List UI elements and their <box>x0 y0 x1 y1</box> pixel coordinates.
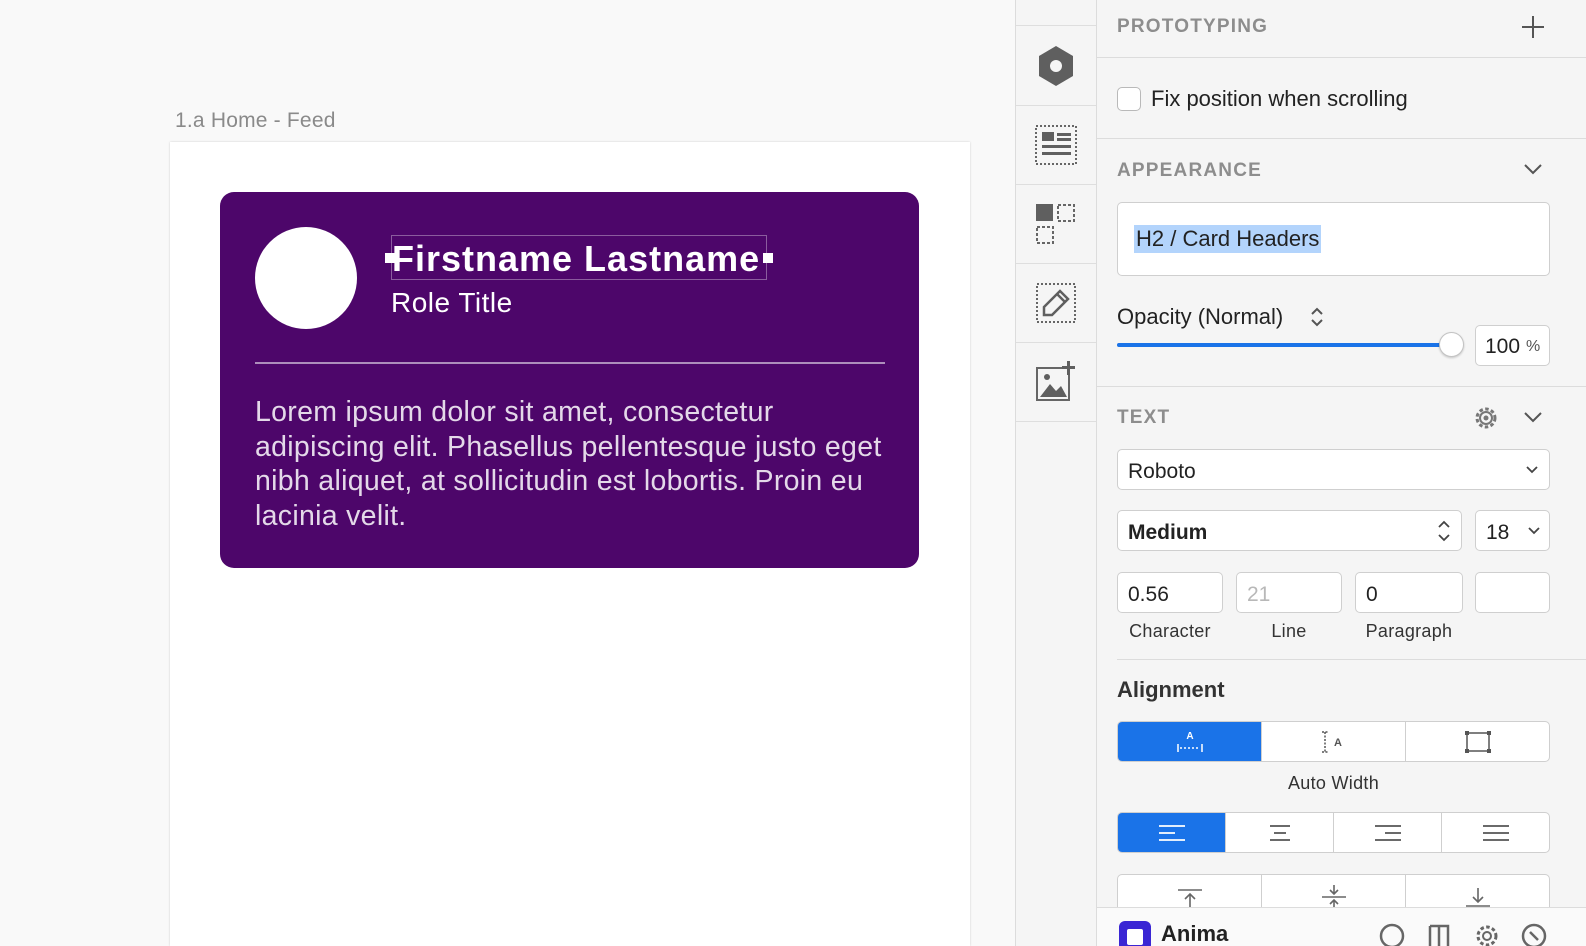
opacity-label: Opacity (Normal) <box>1117 304 1284 329</box>
character-spacing-value: 0.56 <box>1128 583 1169 606</box>
character-spacing-input[interactable]: 0.56 <box>1117 572 1223 613</box>
paragraph-spacing-input[interactable]: 0 <box>1355 572 1463 613</box>
card-divider <box>255 362 885 364</box>
resize-handle-right[interactable] <box>763 253 773 263</box>
paragraph-spacing-value: 0 <box>1366 583 1378 606</box>
symbol-icon <box>1039 46 1073 86</box>
font-family-select[interactable]: Roboto <box>1117 449 1550 490</box>
auto-height-icon: A <box>1321 730 1342 753</box>
avatar[interactable] <box>255 227 357 329</box>
chevron-down-icon <box>1526 466 1538 474</box>
preview-icon[interactable] <box>1378 920 1406 946</box>
align-bottom-icon <box>1465 887 1490 907</box>
opacity-unit: % <box>1526 338 1541 355</box>
font-size-value: 18 <box>1486 521 1510 544</box>
fixed-size-button[interactable] <box>1406 722 1549 761</box>
character-label: Character <box>1129 621 1211 641</box>
divider <box>1117 659 1586 660</box>
chevron-down-icon[interactable] <box>1523 162 1543 176</box>
tool-partial[interactable] <box>1016 0 1096 26</box>
divider <box>1097 57 1586 58</box>
add-image-icon <box>1036 361 1075 401</box>
gear-icon[interactable] <box>1472 404 1500 432</box>
selected-text-layer[interactable]: Firstname Lastname <box>385 235 773 282</box>
auto-width-button[interactable]: A <box>1118 722 1262 761</box>
share-icon[interactable] <box>1520 920 1548 946</box>
align-top-icon <box>1177 888 1202 908</box>
align-right-button[interactable] <box>1334 813 1442 852</box>
align-center-button[interactable] <box>1226 813 1334 852</box>
opacity-slider[interactable] <box>1117 332 1464 357</box>
opacity-value[interactable]: 100 <box>1485 335 1520 359</box>
fix-position-checkbox[interactable] <box>1117 87 1141 111</box>
tool-add-image[interactable] <box>1016 343 1096 422</box>
tool-strip <box>1015 0 1097 946</box>
font-family-value: Roboto <box>1128 460 1196 483</box>
text-style-field[interactable]: H2 / Card Headers <box>1117 202 1550 276</box>
align-middle-icon <box>1321 884 1346 908</box>
text-style-name[interactable]: H2 / Card Headers <box>1134 225 1322 253</box>
line-height-input[interactable]: 21 <box>1236 572 1342 613</box>
extra-input[interactable] <box>1475 572 1550 613</box>
font-size-select[interactable]: 18 <box>1475 510 1550 551</box>
auto-height-button[interactable]: A <box>1262 722 1406 761</box>
card-body-text[interactable]: Lorem ipsum dolor sit amet, consectetur … <box>255 395 895 533</box>
line-label: Line <box>1271 621 1307 641</box>
anima-logo[interactable] <box>1119 921 1151 946</box>
divider <box>1097 386 1586 387</box>
plugin-bar: Anima <box>1097 907 1586 946</box>
opacity-slider-knob[interactable] <box>1439 332 1464 357</box>
plugin-name[interactable]: Anima <box>1161 921 1228 946</box>
opacity-input[interactable]: 100 % <box>1475 325 1550 366</box>
profile-card[interactable]: Firstname Lastname Role Title Lorem ipsu… <box>220 192 919 568</box>
tool-edit[interactable] <box>1016 264 1096 343</box>
fix-position-label[interactable]: Fix position when scrolling <box>1151 86 1408 112</box>
paragraph-label: Paragraph <box>1365 621 1453 641</box>
appearance-header: APPEARANCE <box>1117 160 1263 181</box>
tool-symbol[interactable] <box>1016 27 1096 106</box>
group-select-icon <box>1036 204 1075 244</box>
align-justify-icon <box>1482 824 1509 841</box>
canvas[interactable]: 1.a Home - Feed Firstname Lastname Role … <box>0 0 1015 946</box>
divider <box>1097 138 1586 139</box>
tool-layout[interactable] <box>1016 106 1096 185</box>
align-left-button[interactable] <box>1118 813 1226 852</box>
font-weight-select[interactable]: Medium <box>1117 510 1462 551</box>
horizontal-align-segmented <box>1117 812 1550 853</box>
artboard[interactable]: Firstname Lastname Role Title Lorem ipsu… <box>170 142 970 946</box>
align-right-icon <box>1374 824 1401 841</box>
chevron-down-icon <box>1528 527 1540 535</box>
layout-icon <box>1035 125 1077 165</box>
line-height-placeholder: 21 <box>1247 583 1271 606</box>
alignment-title: Alignment <box>1117 677 1225 702</box>
fixed-size-icon <box>1464 730 1491 753</box>
align-center-icon <box>1269 824 1290 841</box>
svg-text:A: A <box>1334 737 1342 749</box>
align-justify-button[interactable] <box>1442 813 1549 852</box>
blend-mode-stepper-icon[interactable] <box>1309 305 1325 329</box>
card-name[interactable]: Firstname Lastname <box>392 236 766 282</box>
edit-icon <box>1036 283 1076 323</box>
artboard-title[interactable]: 1.a Home - Feed <box>175 109 336 133</box>
opacity-slider-fill <box>1117 343 1451 347</box>
gear-icon[interactable] <box>1473 920 1501 946</box>
resize-handle-left[interactable] <box>385 253 395 263</box>
font-weight-value: Medium <box>1128 521 1208 544</box>
svg-text:A: A <box>1186 731 1193 742</box>
auto-width-icon: A <box>1176 731 1203 752</box>
stepper-icon <box>1438 520 1450 542</box>
tool-group-select[interactable] <box>1016 185 1096 264</box>
book-icon[interactable] <box>1427 920 1451 946</box>
inspector-panel: PROTOTYPING Fix position when scrolling … <box>1097 0 1586 946</box>
align-left-icon <box>1158 824 1185 841</box>
width-mode-label: Auto Width <box>1287 773 1380 793</box>
text-header: TEXT <box>1117 407 1171 428</box>
card-role[interactable]: Role Title <box>391 287 513 319</box>
width-mode-segmented: A A <box>1117 721 1550 762</box>
chevron-down-icon[interactable] <box>1523 410 1543 424</box>
prototyping-header: PROTOTYPING <box>1117 16 1269 37</box>
add-icon[interactable] <box>1520 14 1546 40</box>
